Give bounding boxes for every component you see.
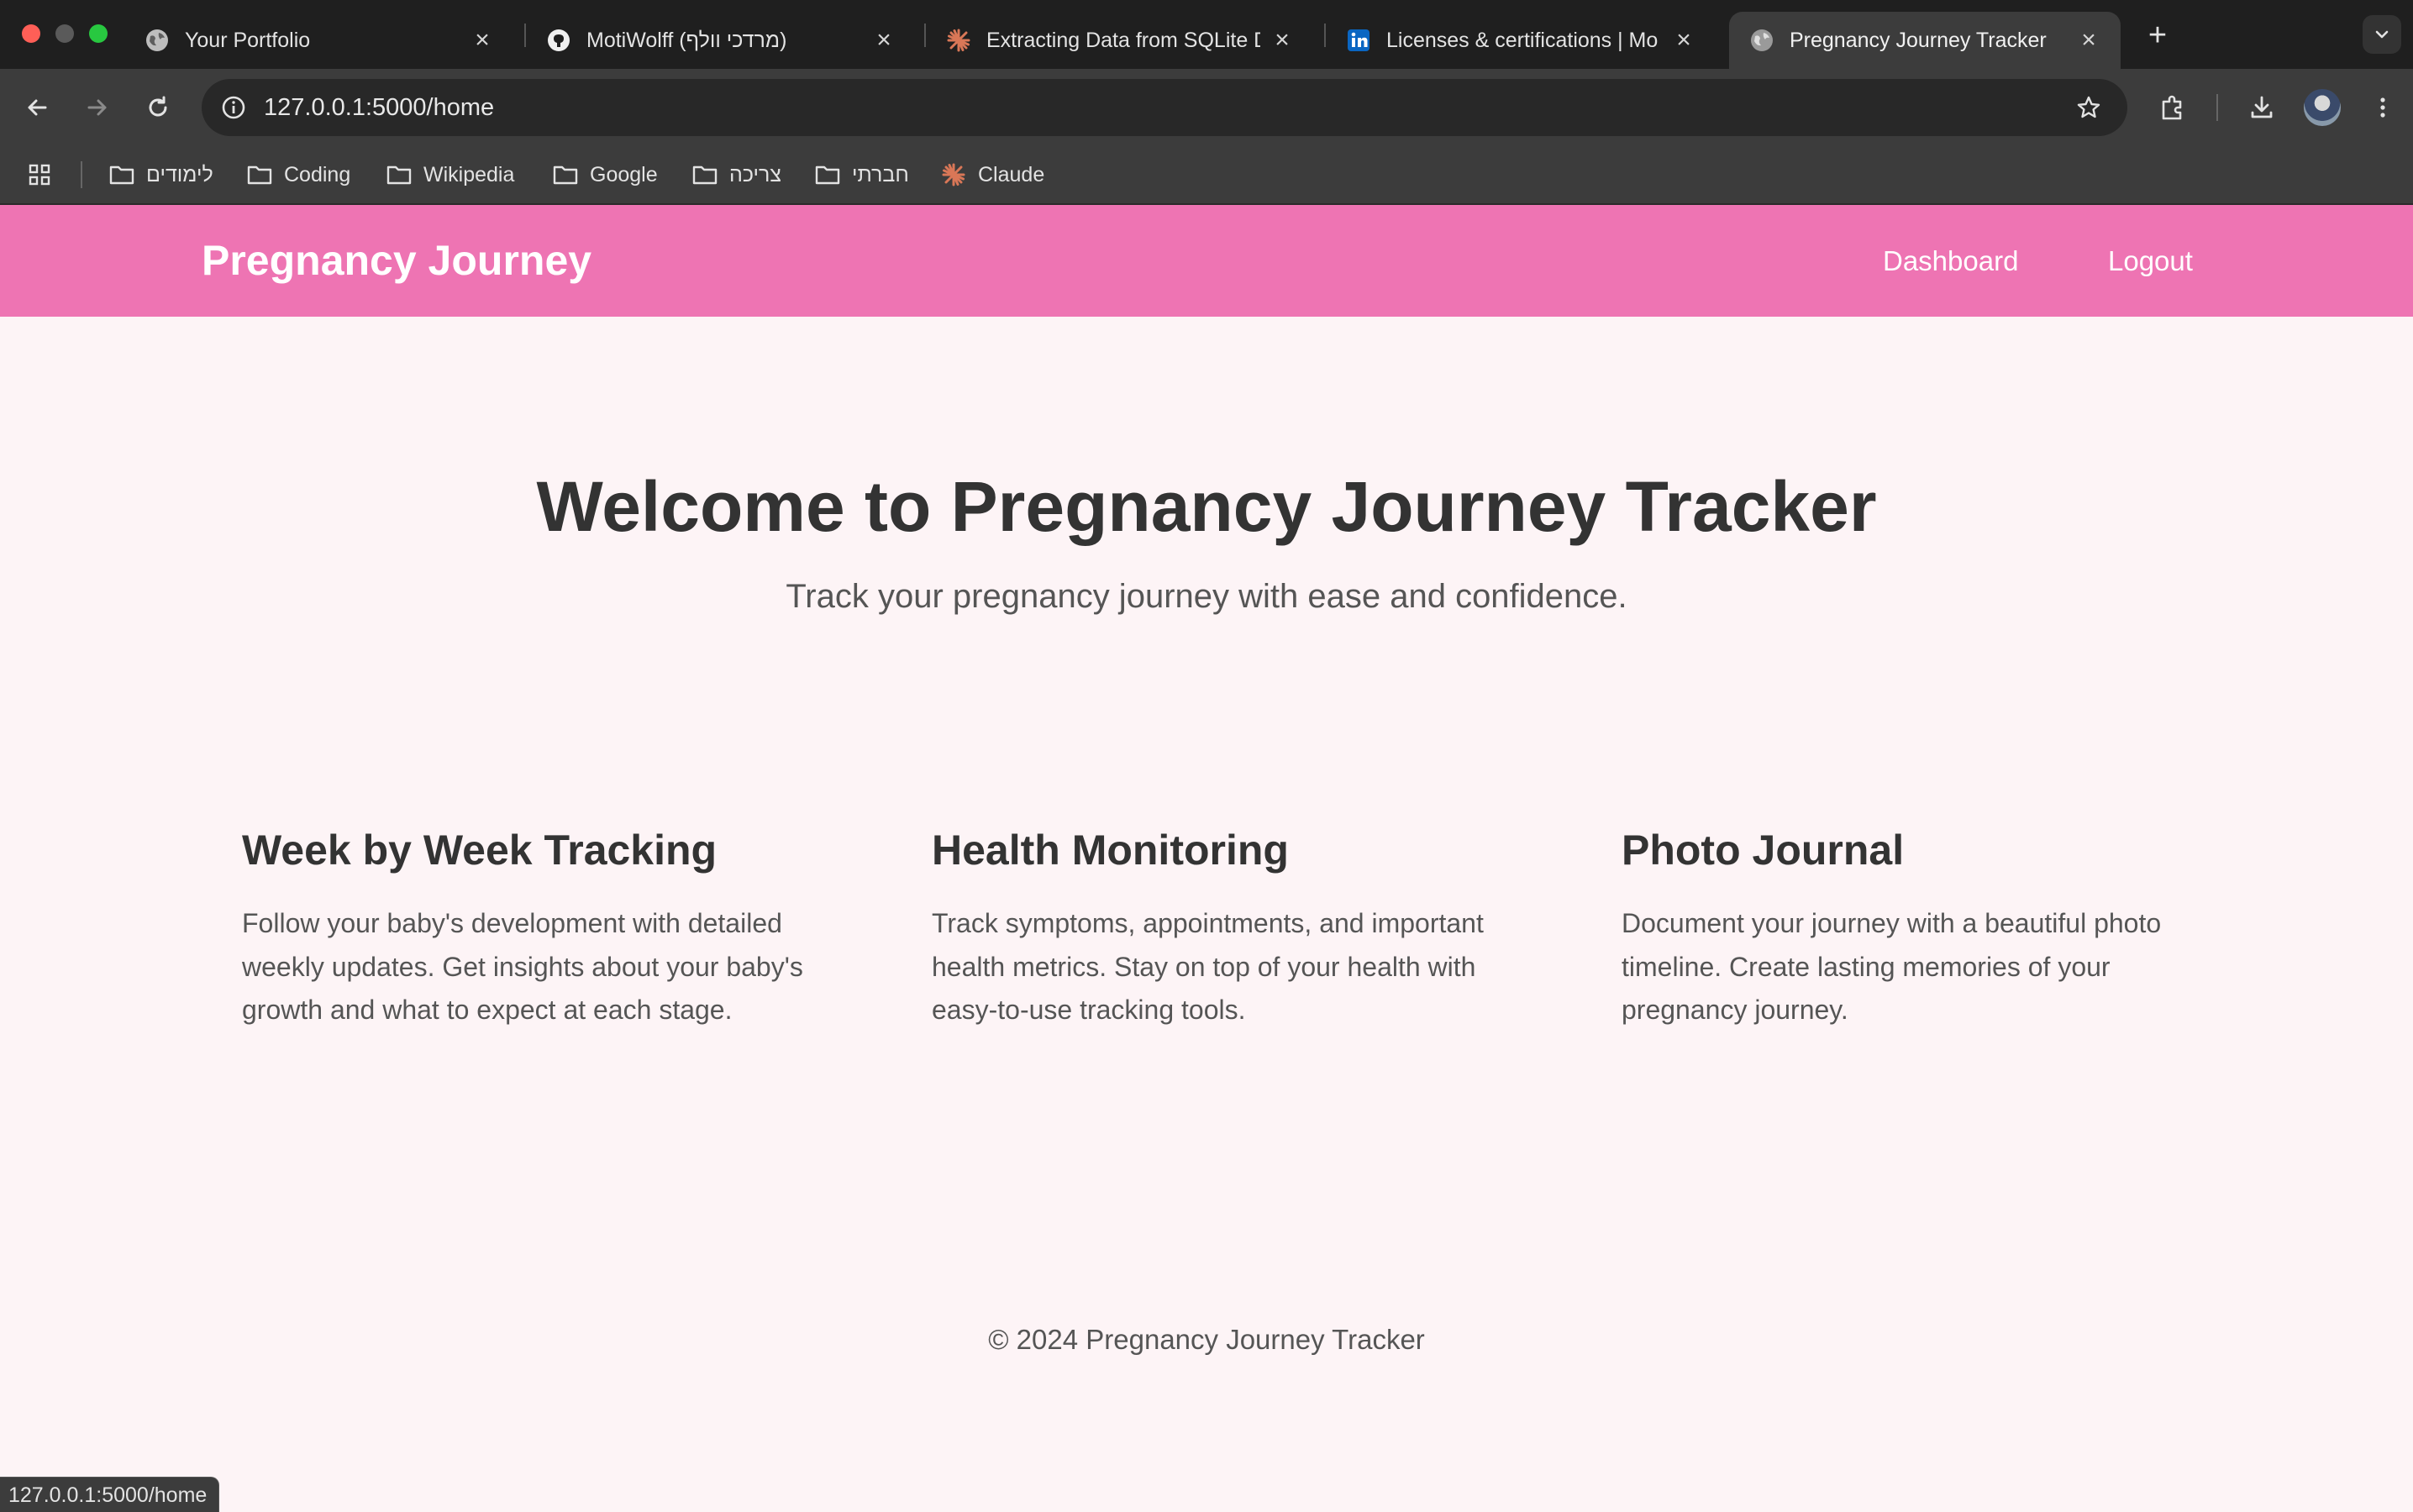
folder-icon [108,160,136,189]
tab-title: Pregnancy Journey Tracker [1790,28,2047,52]
window-zoom-button[interactable] [89,24,108,43]
extensions-icon[interactable] [2153,87,2193,128]
tab-github[interactable]: MotiWolff (מרדכי וולף) × [526,12,916,69]
bookmark-label: Coding [284,162,351,186]
github-icon [546,28,571,53]
tab-your-portfolio[interactable]: Your Portfolio × [124,12,514,69]
feature-card-health-monitoring: Health Monitoring Track symptoms, appoin… [932,823,1511,1032]
feature-title: Week by Week Tracking [242,827,718,874]
bookmarks-bar: לימודים Coding Wikipedia Google צריכה חב… [0,146,2413,205]
tab-close-icon[interactable]: × [1270,26,1294,54]
folder-icon [813,160,842,189]
feature-card-photo-journal: Photo Journal Document your journey with… [1622,823,2201,1032]
hero-subtitle: Track your pregnancy journey with ease a… [786,578,1627,615]
feature-text: Follow your baby's development with deta… [242,908,803,1025]
folder-icon [551,160,580,189]
feature-title: Photo Journal [1622,827,1905,874]
globe-icon [145,28,170,53]
globe-icon [1749,28,1774,53]
window-minimize-button[interactable] [55,24,74,43]
bookmark-folder-chevrati[interactable]: חברתי [813,146,909,203]
bookmarks-divider [81,161,82,188]
bookmark-folder-google[interactable]: Google [551,146,658,203]
tab-close-icon[interactable]: × [1672,26,1695,54]
tab-title: MotiWolff (מרדכי וולף) [586,28,787,52]
tab-close-icon[interactable]: × [471,26,494,54]
reload-button[interactable] [138,87,178,128]
bookmark-star-icon[interactable] [2070,89,2107,126]
bookmark-label: Google [590,162,658,186]
tab-strip: Your Portfolio × MotiWolff (מרדכי וולף) … [0,0,2413,69]
tab-close-icon[interactable]: × [872,26,896,54]
feature-title: Health Monitoring [932,827,1289,874]
feature-text: Document your journey with a beautiful p… [1622,908,2162,1025]
toolbar-divider [2216,94,2218,121]
chevron-down-icon [2375,30,2389,39]
new-tab-button[interactable]: + [2139,17,2176,54]
bookmark-label: חברתי [852,162,909,186]
claude-icon [946,28,971,53]
folder-icon [385,160,413,189]
tab-title: Your Portfolio [185,28,311,52]
download-icon[interactable] [2242,87,2282,128]
tab-title: Licenses & certifications | Mo [1386,28,1659,52]
apps-button[interactable] [25,146,64,203]
forward-button[interactable] [77,87,118,128]
linkedin-icon [1346,28,1371,53]
folder-icon [245,160,274,189]
site-navbar: Pregnancy Journey Dashboard Logout [0,205,2413,317]
tab-search-button[interactable] [2363,15,2401,54]
back-button[interactable] [17,87,57,128]
tab-linkedin[interactable]: Licenses & certifications | Mo × [1326,12,1716,69]
bookmark-claude[interactable]: Claude [939,146,1044,203]
reload-icon [149,96,167,117]
bookmark-label: Wikipedia [423,162,515,186]
feature-card-week-tracking: Week by Week Tracking Follow your baby's… [242,823,822,1032]
folder-icon [691,160,719,189]
tab-extracting-data[interactable]: Extracting Data from SQLite D × [926,12,1314,69]
hero-title: Welcome to Pregnancy Journey Tracker [536,467,1877,546]
site-brand[interactable]: Pregnancy Journey [202,205,591,317]
bookmark-label: צריכה [729,162,781,186]
claude-icon [939,160,968,189]
arrow-right-icon [87,99,107,116]
site-info-icon[interactable] [215,89,252,126]
site-footer: © 2024 Pregnancy Journey Tracker [988,1324,1425,1355]
apps-grid-icon [25,160,54,189]
bookmark-folder-wikipedia[interactable]: Wikipedia [385,146,514,203]
tab-title: Extracting Data from SQLite D [986,28,1260,52]
url-text[interactable]: 127.0.0.1:5000/home [264,79,494,136]
tab-pregnancy-journey[interactable]: Pregnancy Journey Tracker × [1729,12,2121,69]
bookmark-folder-coding[interactable]: Coding [245,146,350,203]
arrow-left-icon [28,99,47,116]
more-menu-icon[interactable] [2363,87,2403,128]
status-bar-url: 127.0.0.1:5000/home [0,1477,220,1512]
bookmark-folder-limudim[interactable]: לימודים [108,146,213,203]
profile-avatar[interactable] [2304,89,2341,126]
nav-link-dashboard[interactable]: Dashboard [1883,205,2018,317]
tab-close-icon[interactable]: × [2077,26,2100,54]
nav-link-logout[interactable]: Logout [2108,205,2193,317]
window-close-button[interactable] [22,24,40,43]
bookmark-label: לימודים [146,162,213,186]
feature-text: Track symptoms, appointments, and import… [932,908,1484,1025]
address-bar[interactable]: 127.0.0.1:5000/home [202,79,2127,136]
bookmark-folder-tzricha[interactable]: צריכה [691,146,781,203]
bookmark-label: Claude [978,162,1045,186]
